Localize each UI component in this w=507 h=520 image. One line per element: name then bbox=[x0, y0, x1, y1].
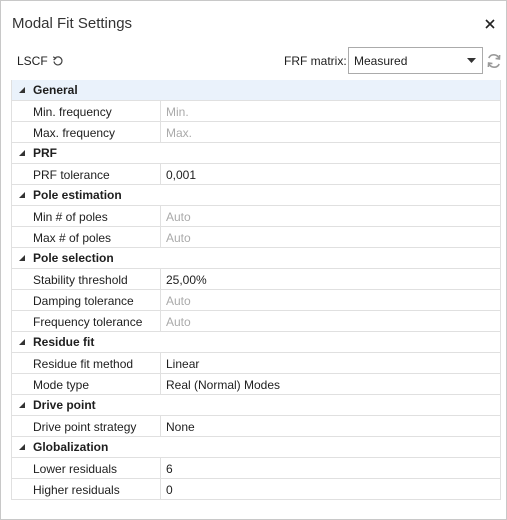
property-name: Max. frequency bbox=[33, 126, 116, 140]
frf-matrix-label: FRF matrix: bbox=[284, 54, 347, 68]
category-row[interactable]: Drive point bbox=[12, 395, 500, 416]
reset-icon bbox=[52, 55, 64, 67]
category-label: General bbox=[33, 83, 78, 97]
property-row: Min # of poles Auto bbox=[12, 206, 500, 227]
collapse-triangle-icon[interactable] bbox=[18, 254, 26, 262]
property-row: Lower residuals 6 bbox=[12, 458, 500, 479]
frf-matrix-value: Measured bbox=[354, 54, 408, 68]
property-name: Drive point strategy bbox=[33, 420, 137, 434]
property-name: Damping tolerance bbox=[33, 294, 134, 308]
collapse-triangle-icon[interactable] bbox=[18, 401, 26, 409]
property-value-field[interactable]: Linear bbox=[160, 353, 500, 373]
collapse-triangle-icon[interactable] bbox=[18, 86, 26, 94]
collapse-triangle-icon[interactable] bbox=[18, 443, 26, 451]
property-row: Mode type Real (Normal) Modes bbox=[12, 374, 500, 395]
category-row[interactable]: Pole selection bbox=[12, 248, 500, 269]
property-value-field[interactable]: None bbox=[160, 416, 500, 436]
property-value-field[interactable]: Max. bbox=[160, 122, 500, 142]
property-value-field[interactable]: 25,00% bbox=[160, 269, 500, 289]
property-name: Higher residuals bbox=[33, 483, 120, 497]
close-button[interactable] bbox=[479, 13, 501, 35]
property-row: Residue fit method Linear bbox=[12, 353, 500, 374]
dialog-title: Modal Fit Settings bbox=[12, 15, 133, 32]
property-value-field[interactable]: Auto bbox=[160, 206, 500, 226]
refresh-icon bbox=[487, 54, 501, 68]
property-name: Residue fit method bbox=[33, 357, 134, 371]
refresh-button[interactable] bbox=[485, 52, 503, 70]
property-row: Max # of poles Auto bbox=[12, 227, 500, 248]
property-name: Frequency tolerance bbox=[33, 315, 143, 329]
property-grid: General Min. frequency Min. Max. frequency M… bbox=[11, 80, 501, 500]
title-bar: Modal Fit Settings bbox=[1, 1, 506, 45]
close-icon bbox=[485, 19, 495, 29]
property-value-field[interactable]: 6 bbox=[160, 458, 500, 478]
category-label: PRF bbox=[33, 146, 57, 160]
category-label: Pole estimation bbox=[33, 188, 122, 202]
collapse-triangle-icon[interactable] bbox=[18, 338, 26, 346]
category-row[interactable]: General bbox=[12, 80, 500, 101]
category-label: Residue fit bbox=[33, 335, 95, 349]
category-label: Globalization bbox=[33, 440, 109, 454]
property-row: Drive point strategy None bbox=[12, 416, 500, 437]
property-name: Min # of poles bbox=[33, 210, 108, 224]
category-label: Pole selection bbox=[33, 251, 114, 265]
property-value-field[interactable]: Min. bbox=[160, 101, 500, 121]
category-row[interactable]: Pole estimation bbox=[12, 185, 500, 206]
property-name: PRF tolerance bbox=[33, 168, 110, 182]
property-value-field[interactable]: Auto bbox=[160, 311, 500, 331]
chevron-down-icon bbox=[467, 58, 476, 63]
property-name: Lower residuals bbox=[33, 462, 118, 476]
property-row: Stability threshold 25,00% bbox=[12, 269, 500, 290]
method-label: LSCF bbox=[17, 54, 48, 68]
property-name: Min. frequency bbox=[33, 105, 112, 119]
category-row[interactable]: PRF bbox=[12, 143, 500, 164]
property-row: Frequency tolerance Auto bbox=[12, 311, 500, 332]
property-value-field[interactable]: Real (Normal) Modes bbox=[160, 374, 500, 394]
property-value-field[interactable]: Auto bbox=[160, 227, 500, 247]
collapse-triangle-icon[interactable] bbox=[18, 191, 26, 199]
property-name: Stability threshold bbox=[33, 273, 128, 287]
property-value-field[interactable]: 0 bbox=[160, 479, 500, 499]
property-row: Higher residuals 0 bbox=[12, 479, 500, 500]
method-reset-button[interactable]: LSCF bbox=[17, 54, 64, 68]
property-row: Min. frequency Min. bbox=[12, 101, 500, 122]
collapse-triangle-icon[interactable] bbox=[18, 149, 26, 157]
category-label: Drive point bbox=[33, 398, 96, 412]
category-row[interactable]: Residue fit bbox=[12, 332, 500, 353]
modal-fit-settings-dialog: Modal Fit Settings LSCF FRF matrix: Meas… bbox=[0, 0, 507, 520]
toolbar: LSCF FRF matrix: Measured bbox=[1, 45, 506, 79]
property-name: Max # of poles bbox=[33, 231, 112, 245]
property-name: Mode type bbox=[33, 378, 90, 392]
property-value-field[interactable]: 0,001 bbox=[160, 164, 500, 184]
property-row: Damping tolerance Auto bbox=[12, 290, 500, 311]
property-row: PRF tolerance 0,001 bbox=[12, 164, 500, 185]
frf-matrix-select[interactable]: Measured bbox=[348, 47, 483, 74]
category-row[interactable]: Globalization bbox=[12, 437, 500, 458]
property-row: Max. frequency Max. bbox=[12, 122, 500, 143]
property-value-field[interactable]: Auto bbox=[160, 290, 500, 310]
